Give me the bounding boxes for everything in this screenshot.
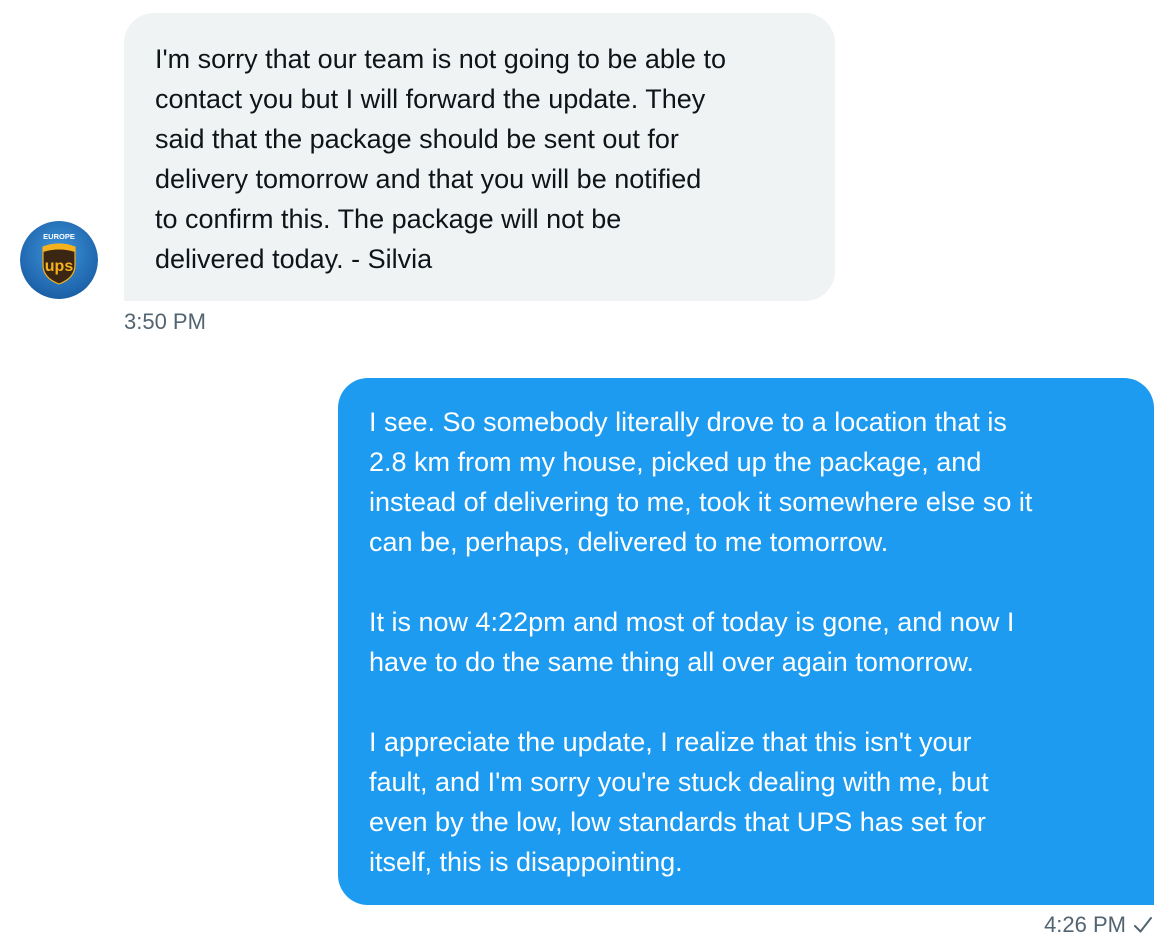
outgoing-status: 4:26 PM — [1044, 912, 1154, 938]
outgoing-paragraph: I see. So somebody literally drove to a … — [369, 407, 1033, 557]
dm-thread: I'm sorry that our team is not going to … — [0, 0, 1166, 950]
outgoing-timestamp: 4:26 PM — [1044, 912, 1126, 937]
outgoing-message-bubble[interactable]: I see. So somebody literally drove to a … — [338, 378, 1154, 905]
outgoing-paragraph: I appreciate the update, I realize that … — [369, 727, 989, 877]
outgoing-paragraph: It is now 4:22pm and most of today is go… — [369, 607, 1015, 677]
ups-avatar[interactable]: EUROPE ups — [20, 221, 98, 299]
incoming-timestamp: 3:50 PM — [124, 309, 206, 334]
avatar-logo-text: ups — [45, 258, 74, 275]
avatar-europe-text: EUROPE — [43, 232, 75, 241]
ups-europe-logo-icon: EUROPE ups — [20, 221, 98, 299]
incoming-message-bubble[interactable]: I'm sorry that our team is not going to … — [124, 13, 835, 301]
check-icon — [1132, 914, 1154, 936]
